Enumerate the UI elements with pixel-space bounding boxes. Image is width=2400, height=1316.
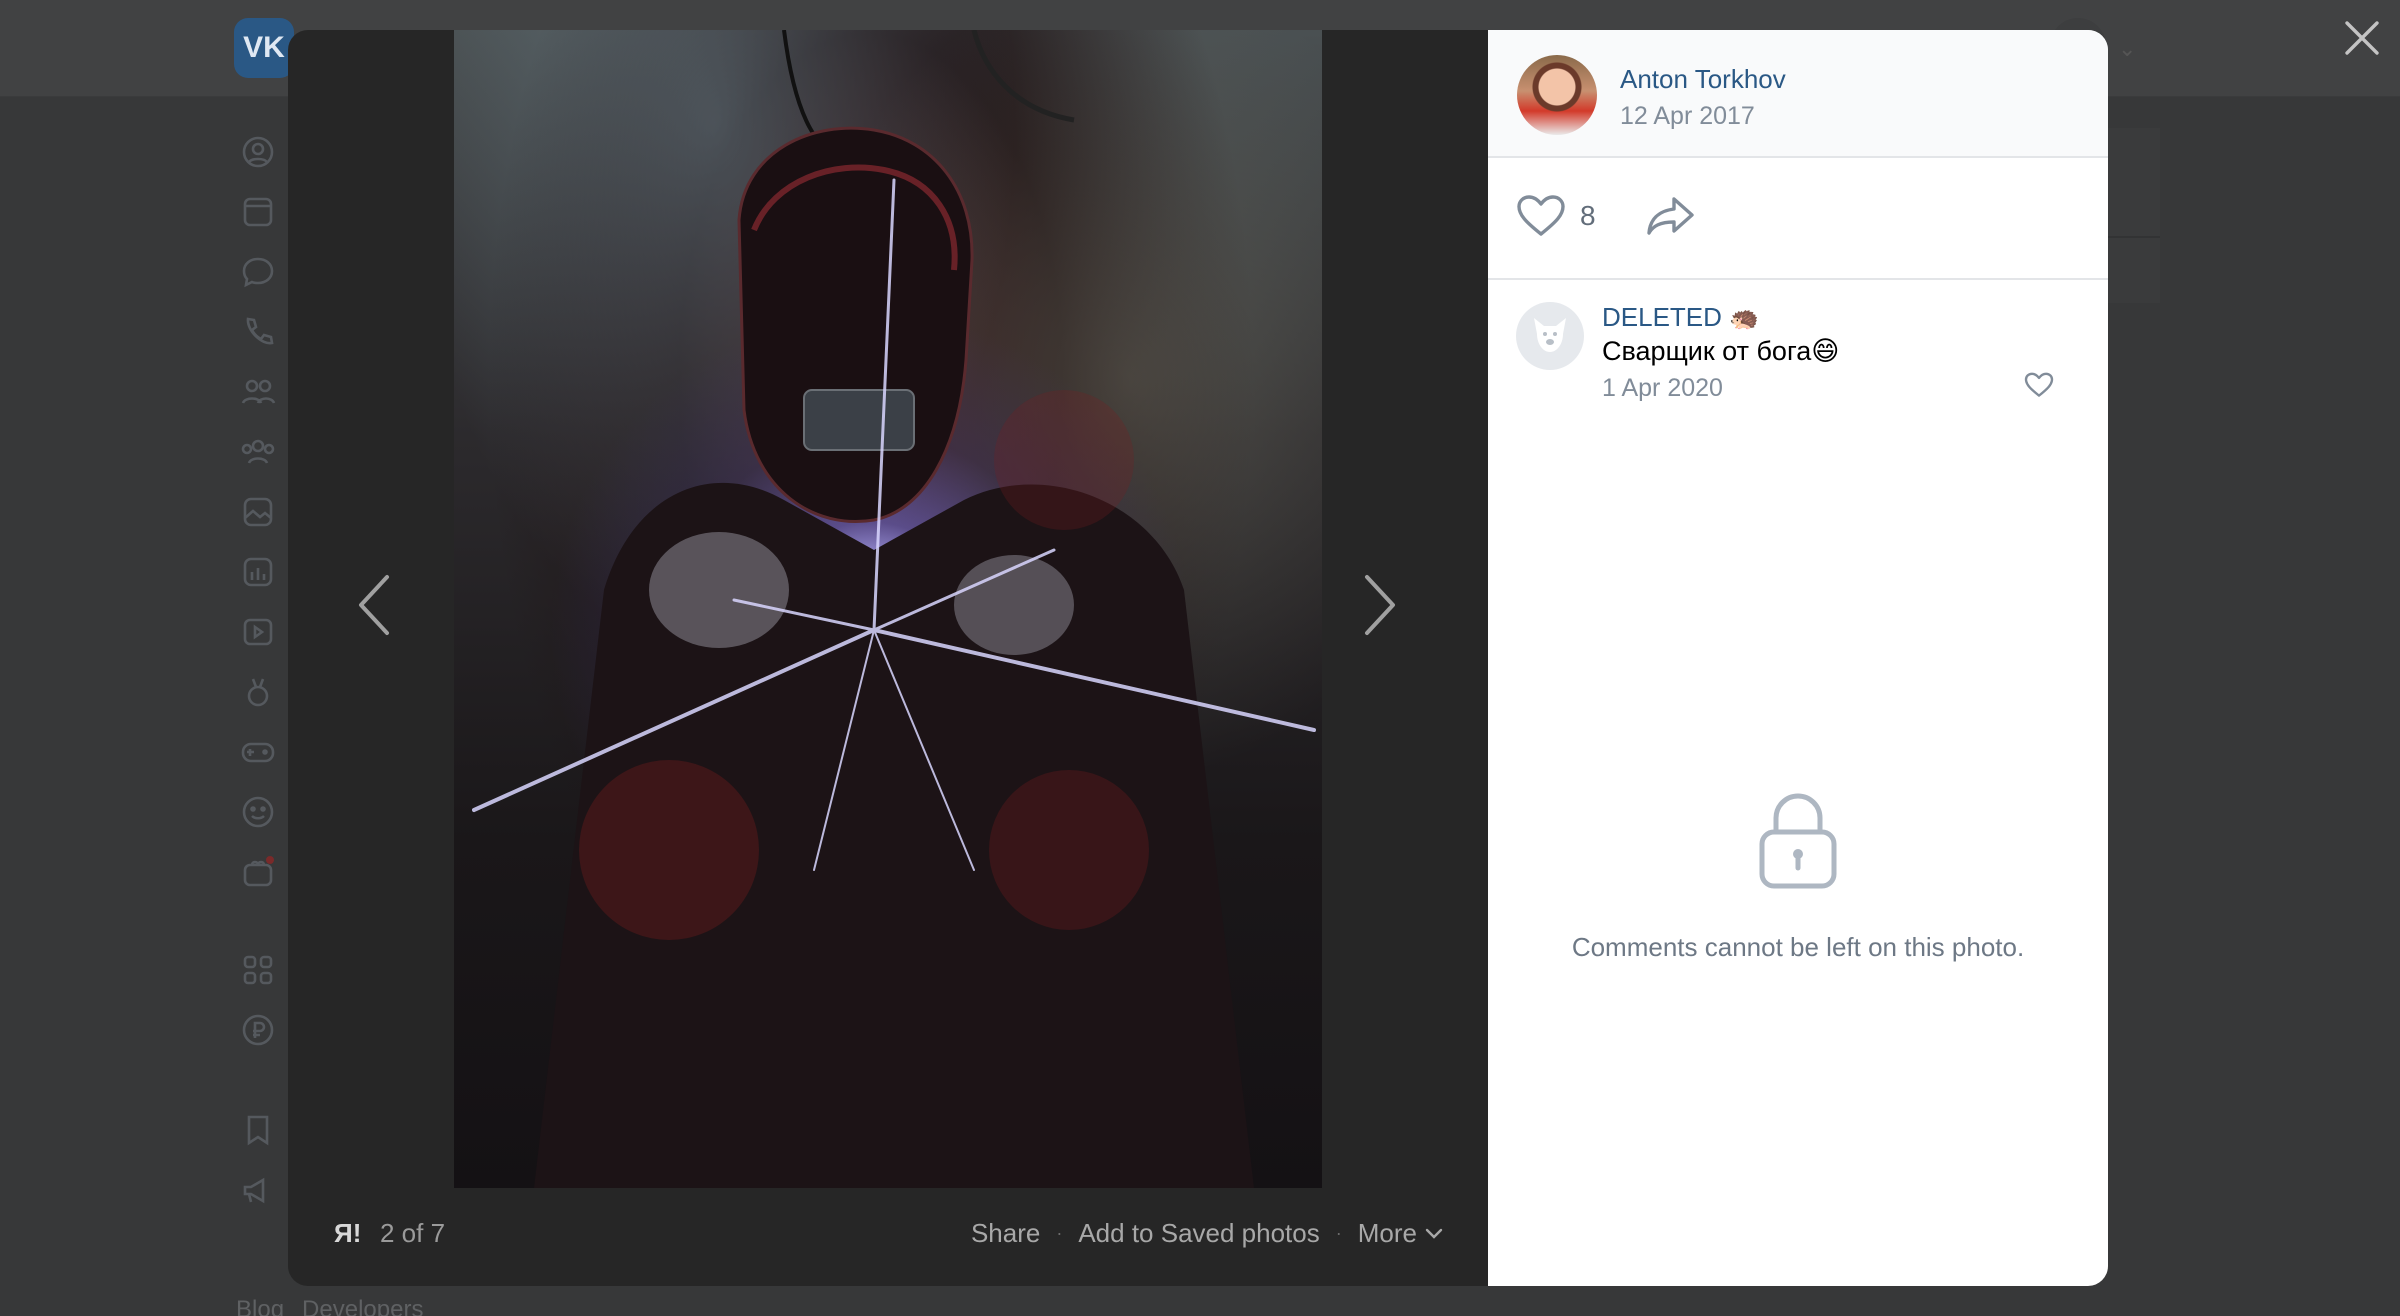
photo-counter: 2 of 7 xyxy=(380,1218,446,1248)
ads-icon xyxy=(236,1168,280,1212)
vk-pay-icon xyxy=(236,1008,280,1052)
dog-avatar-icon xyxy=(1534,318,1566,352)
comment-author-name: DELETED xyxy=(1602,302,1722,332)
close-button[interactable] xyxy=(2338,14,2386,62)
friends-icon xyxy=(236,370,280,414)
games-icon xyxy=(236,730,280,774)
calls-icon xyxy=(236,310,280,354)
deleted-user-avatar[interactable] xyxy=(1516,302,1584,370)
add-to-saved-link[interactable]: Add to Saved photos xyxy=(1078,1218,1319,1249)
heart-icon xyxy=(2024,372,2054,397)
comments-locked-message: Comments cannot be left on this photo. xyxy=(1571,932,2025,962)
comment-author[interactable]: DELETED 🦔 xyxy=(1602,302,1759,333)
author-header: Anton Torkhov 12 Apr 2017 xyxy=(1488,30,2108,158)
comment-author-emoji: 🦔 xyxy=(1729,305,1760,332)
like-button[interactable]: 8 xyxy=(1516,194,1596,238)
chevron-down-icon: ⌄ xyxy=(2118,36,2137,61)
share-icon xyxy=(1647,197,1694,235)
lock-icon xyxy=(1759,793,1837,889)
photo-pane: Я! 2 of 7 Share · Add to Saved photos · … xyxy=(288,30,1488,1286)
welder-illustration xyxy=(472,30,1316,1188)
comments-locked: Comments cannot be left on this photo. xyxy=(1488,790,2108,963)
heart-icon xyxy=(1517,195,1565,236)
separator: · xyxy=(1056,1223,1063,1243)
comment-date[interactable]: 1 Apr 2020 xyxy=(1602,374,1723,403)
share-link[interactable]: Share xyxy=(971,1218,1040,1249)
video-icon xyxy=(236,610,280,654)
services-icon xyxy=(236,948,280,992)
photo-image[interactable] xyxy=(454,30,1322,1188)
previous-photo-button[interactable] xyxy=(340,550,410,660)
chevron-right-icon xyxy=(1365,575,1395,635)
chevron-down-icon xyxy=(1425,1228,1443,1239)
photo-viewer: Я! 2 of 7 Share · Add to Saved photos · … xyxy=(288,30,2108,1286)
next-photo-button[interactable] xyxy=(1344,550,1414,660)
reactions-bar: 8 xyxy=(1488,158,2108,280)
clips-icon xyxy=(236,670,280,714)
photo-info-panel: Anton Torkhov 12 Apr 2017 8 DELETED 🦔 Св… xyxy=(1488,30,2108,1286)
chevron-left-icon xyxy=(359,575,389,635)
messages-icon xyxy=(236,250,280,294)
bookmarks-icon xyxy=(236,1108,280,1152)
share-button[interactable] xyxy=(1646,196,1696,241)
author-avatar[interactable] xyxy=(1517,55,1597,135)
post-date[interactable]: 12 Apr 2017 xyxy=(1620,102,1755,131)
stickers-icon xyxy=(236,790,280,834)
separator: · xyxy=(1335,1223,1342,1243)
more-button[interactable]: More xyxy=(1358,1218,1443,1249)
photo-actions: Share · Add to Saved photos · More xyxy=(971,1218,1443,1249)
gifts-icon xyxy=(236,850,280,894)
vk-logo: VK xyxy=(234,18,294,78)
music-icon xyxy=(236,550,280,594)
footer-link-developers[interactable]: Developers xyxy=(302,1296,423,1316)
comment-item: DELETED 🦔 Сварщик от бога😄 1 Apr 2020 xyxy=(1488,294,2108,444)
background-footer: Blog Developers xyxy=(236,1296,423,1316)
like-count: 8 xyxy=(1580,200,1596,231)
close-icon xyxy=(2345,21,2379,55)
footer-link-blog[interactable]: Blog xyxy=(236,1296,284,1316)
profile-icon xyxy=(236,130,280,174)
news-icon xyxy=(236,190,280,234)
comment-like-button[interactable] xyxy=(2024,372,2054,403)
author-name[interactable]: Anton Torkhov xyxy=(1620,64,1786,95)
communities-icon xyxy=(236,430,280,474)
photo-footer: Я! 2 of 7 Share · Add to Saved photos · … xyxy=(288,1188,1488,1286)
photos-icon xyxy=(236,490,280,534)
album-name[interactable]: Я! xyxy=(334,1218,361,1249)
more-label: More xyxy=(1357,1218,1417,1248)
comment-text: Сварщик от бога😄 xyxy=(1602,336,1840,366)
